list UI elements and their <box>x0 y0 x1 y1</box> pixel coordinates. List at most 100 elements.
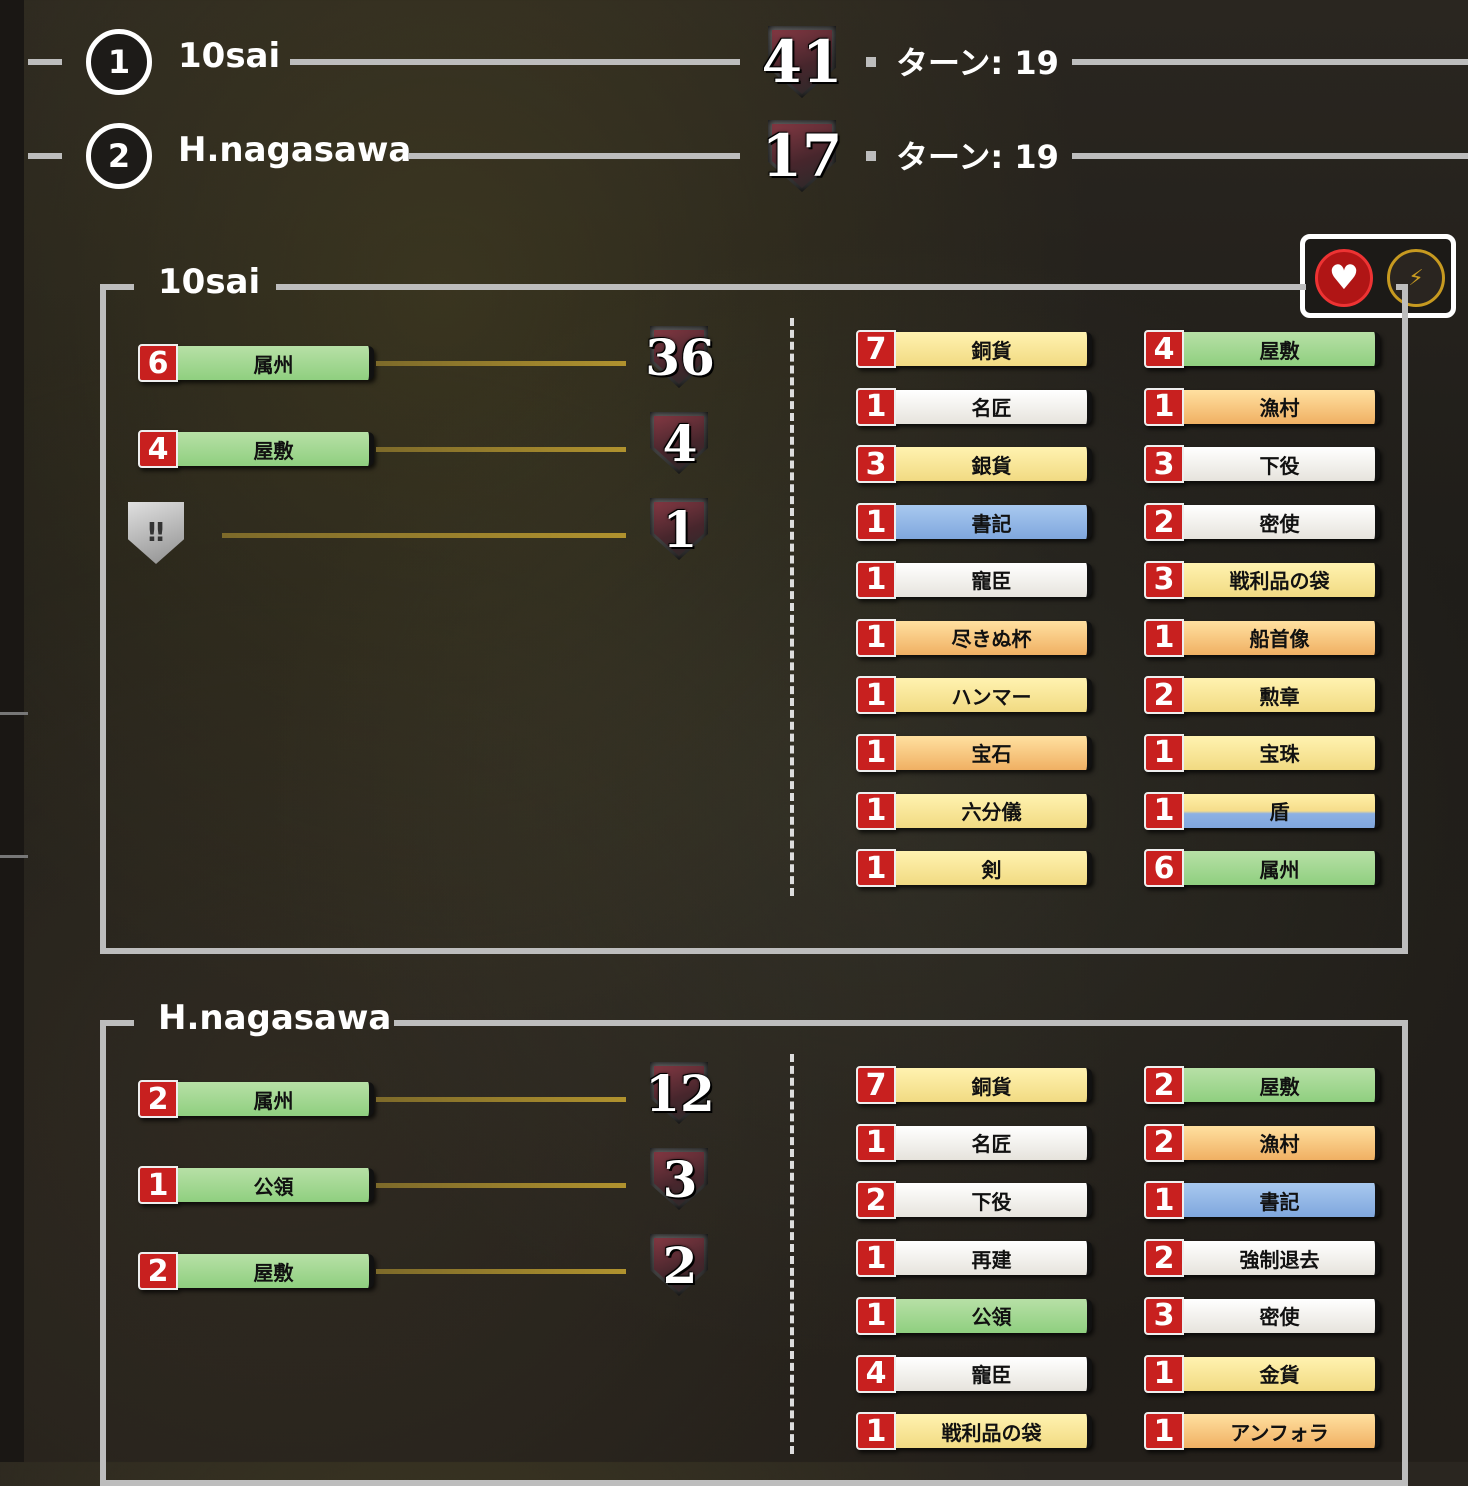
panel-border <box>276 284 1306 290</box>
panel-border <box>1396 284 1408 290</box>
card-tag[interactable]: 1 ハンマー <box>856 676 1092 715</box>
card-tag[interactable]: 6 属州 <box>1144 849 1380 888</box>
panel-border <box>394 1020 1408 1026</box>
card-count-badge: 2 <box>1144 676 1184 715</box>
card-tag[interactable]: 2 漁村 <box>1144 1123 1380 1162</box>
card-name-label: 属州 <box>1184 851 1380 886</box>
points-value: 12 <box>645 1064 715 1123</box>
card-tag[interactable]: 1盾 <box>1144 791 1380 830</box>
card-name-label: 戦利品の袋 <box>1184 562 1380 597</box>
card-count-badge: 2 <box>1144 503 1184 542</box>
card-count-badge: 2 <box>1144 1123 1184 1162</box>
card-name-label: 公領 <box>896 1298 1092 1333</box>
connector-line <box>376 447 626 452</box>
card-count-badge: 4 <box>1144 330 1184 368</box>
card-name-label: アンフォラ <box>1184 1414 1380 1449</box>
card-count-badge: 1 <box>856 1239 896 1278</box>
card-name-label: 書記 <box>896 505 1092 540</box>
card-name-label: 屋敷 <box>1184 332 1380 366</box>
card-count-badge: 7 <box>856 1066 896 1104</box>
card-name-label: 属州 <box>178 346 374 380</box>
divider-line <box>1072 59 1468 65</box>
card-count-badge: 1 <box>138 1166 178 1204</box>
card-tag[interactable]: 2 属州 <box>138 1080 374 1118</box>
card-tag[interactable]: 7 銅貨 <box>856 1066 1092 1104</box>
card-name-label: 強制退去 <box>1184 1241 1380 1276</box>
divider-line <box>1072 153 1468 159</box>
card-tag[interactable]: 1 金貨 <box>1144 1354 1380 1393</box>
card-name-label: 寵臣 <box>896 1356 1092 1391</box>
card-tag[interactable]: 6 属州 <box>138 344 374 382</box>
card-count-badge: 1 <box>856 560 896 599</box>
card-tag[interactable]: 7 銅貨 <box>856 330 1092 368</box>
card-tag[interactable]: 2 強制退去 <box>1144 1239 1380 1278</box>
sidebar-tick <box>0 855 28 858</box>
card-tag[interactable]: 1 書記 <box>1144 1181 1380 1220</box>
card-count-badge: 2 <box>138 1252 178 1290</box>
card-tag[interactable]: 3 銀貨 <box>856 445 1092 484</box>
card-count-badge: 2 <box>1144 1066 1184 1104</box>
separator-dot <box>866 57 876 67</box>
card-name-label: 属州 <box>178 1082 374 1116</box>
card-name-label: 寵臣 <box>896 562 1092 597</box>
player-name: 10sai <box>178 36 281 76</box>
card-tag[interactable]: 3 密使 <box>1144 1296 1380 1335</box>
card-tag[interactable]: 1 アンフォラ <box>1144 1412 1380 1451</box>
card-tag[interactable]: 1 宝珠 <box>1144 733 1380 772</box>
divider-line <box>28 153 62 159</box>
connector-line <box>222 533 626 538</box>
card-tag[interactable]: 1 宝石 <box>856 733 1092 772</box>
card-name-label: 密使 <box>1184 505 1380 540</box>
card-tag[interactable]: 1 戦利品の袋 <box>856 1412 1092 1451</box>
card-tag[interactable]: 1 船首像 <box>1144 618 1380 657</box>
card-tag[interactable]: 3 下役 <box>1144 445 1380 484</box>
card-count-badge: 4 <box>138 430 178 468</box>
card-name-label: 名匠 <box>896 389 1092 424</box>
card-name-label: 宝珠 <box>1184 735 1380 770</box>
rank-badge: 2 <box>86 123 152 189</box>
separator-dot <box>866 151 876 161</box>
connector-line <box>376 1183 626 1188</box>
card-name-label: 屋敷 <box>178 432 374 466</box>
card-tag[interactable]: 3 戦利品の袋 <box>1144 560 1380 599</box>
card-tag[interactable]: 2 密使 <box>1144 503 1380 542</box>
card-tag[interactable]: 1 漁村 <box>1144 387 1380 426</box>
card-count-badge: 3 <box>1144 1296 1184 1335</box>
card-name-label: 六分儀 <box>896 793 1092 828</box>
card-count-badge: 2 <box>1144 1239 1184 1278</box>
card-tag[interactable]: 1 尽きぬ杯 <box>856 618 1092 657</box>
card-tag[interactable]: 1 寵臣 <box>856 560 1092 599</box>
card-tag[interactable]: 1 書記 <box>856 503 1092 542</box>
card-tag[interactable]: 2 屋敷 <box>138 1252 374 1290</box>
card-name-label: 下役 <box>896 1183 1092 1218</box>
card-tag[interactable]: 2 屋敷 <box>1144 1066 1380 1104</box>
sidebar-tick <box>0 712 28 715</box>
card-tag[interactable]: 1 名匠 <box>856 1123 1092 1162</box>
card-tag[interactable]: 1 公領 <box>138 1166 374 1204</box>
connector-line <box>376 361 626 366</box>
points-value: 36 <box>645 328 715 387</box>
ranking-row-2: 2 H.nagasawa 17 ターン: 19 <box>0 116 1468 196</box>
card-tag[interactable]: 1剣 <box>856 849 1092 888</box>
points-value: 3 <box>662 1150 698 1209</box>
card-name-label: 漁村 <box>1184 389 1380 424</box>
card-tag[interactable]: 4 屋敷 <box>138 430 374 468</box>
card-name-label: 屋敷 <box>178 1254 374 1288</box>
card-count-badge: 3 <box>1144 560 1184 599</box>
card-tag[interactable]: 1 公領 <box>856 1296 1092 1335</box>
card-count-badge: 1 <box>856 387 896 426</box>
card-count-badge: 3 <box>856 445 896 484</box>
card-count-badge: 1 <box>856 1123 896 1162</box>
card-tag[interactable]: 1 再建 <box>856 1239 1092 1278</box>
card-tag[interactable]: 4 寵臣 <box>856 1354 1092 1393</box>
panel-title: H.nagasawa <box>158 998 392 1038</box>
card-tag[interactable]: 2 勲章 <box>1144 676 1380 715</box>
card-name-label: 公領 <box>178 1168 374 1202</box>
card-tag[interactable]: 4 屋敷 <box>1144 330 1380 368</box>
card-count-badge: 6 <box>1144 849 1184 888</box>
card-tag[interactable]: 1 名匠 <box>856 387 1092 426</box>
turn-count: ターン: 19 <box>896 44 1059 82</box>
card-tag[interactable]: 2 下役 <box>856 1181 1092 1220</box>
card-tag[interactable]: 1 六分儀 <box>856 791 1092 830</box>
card-name-label: 漁村 <box>1184 1125 1380 1160</box>
